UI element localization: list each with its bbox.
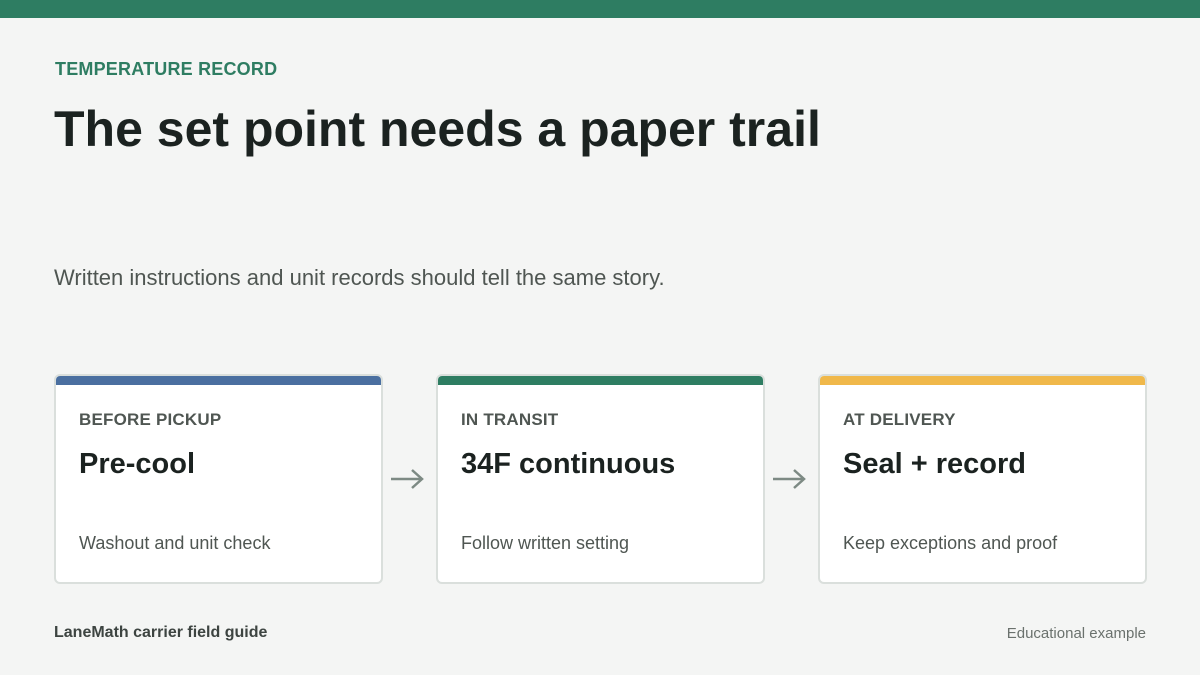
page-subtitle: Written instructions and unit records sh…: [54, 265, 665, 290]
step-note: Follow written setting: [461, 533, 630, 553]
step-note: Washout and unit check: [79, 533, 271, 553]
step-label: IN TRANSIT: [461, 410, 559, 429]
section-eyebrow: TEMPERATURE RECORD: [55, 59, 278, 79]
step-card-at-delivery: AT DELIVERY Seal + record Keep exception…: [818, 374, 1147, 584]
card-accent-bar: [438, 376, 763, 385]
arrow-right-icon: [391, 469, 424, 489]
step-value: Seal + record: [843, 448, 1026, 480]
arrow-right-icon: [773, 469, 806, 489]
step-card-before-pickup: BEFORE PICKUP Pre-cool Washout and unit …: [54, 374, 383, 584]
top-accent-bar: [0, 0, 1200, 18]
footer-source: LaneMath carrier field guide: [54, 624, 268, 641]
step-value: Pre-cool: [79, 448, 196, 480]
step-value: 34F continuous: [461, 448, 676, 480]
step-card-in-transit: IN TRANSIT 34F continuous Follow written…: [436, 374, 765, 584]
step-label: BEFORE PICKUP: [79, 410, 222, 429]
card-accent-bar: [56, 376, 381, 385]
card-accent-bar: [820, 376, 1145, 385]
page-title: The set point needs a paper trail: [54, 101, 821, 157]
step-note: Keep exceptions and proof: [843, 533, 1058, 553]
footer-disclaimer: Educational example: [1006, 625, 1146, 642]
step-label: AT DELIVERY: [843, 410, 956, 429]
